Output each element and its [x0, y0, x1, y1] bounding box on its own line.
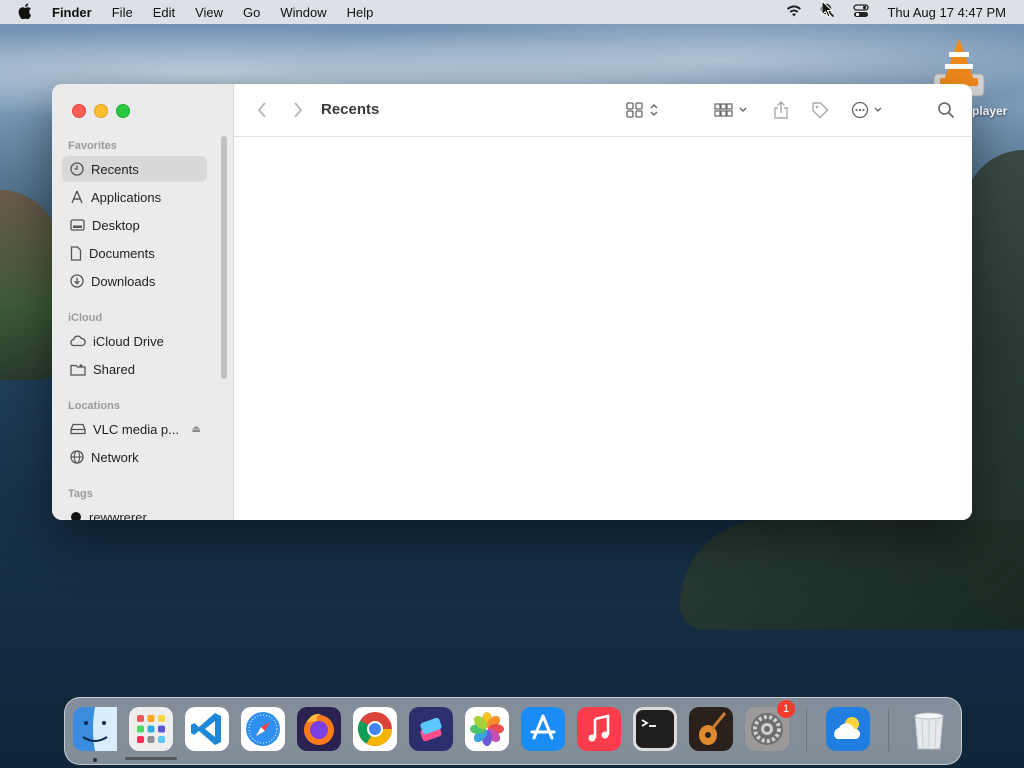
dock-launch-indicator	[125, 757, 177, 760]
sidebar-item-desktop[interactable]: Desktop	[62, 212, 207, 238]
drive-icon	[70, 423, 86, 435]
dock-launchpad-icon[interactable]	[129, 707, 173, 751]
eject-icon[interactable]: ⏏	[192, 424, 201, 435]
chevron-right-icon	[294, 102, 303, 118]
apple-menu-icon[interactable]	[18, 2, 34, 22]
search-icon	[938, 102, 955, 119]
finder-toolbar: Recents	[234, 84, 972, 137]
sidebar-item-icloud-drive[interactable]: iCloud Drive	[62, 328, 207, 354]
document-icon	[70, 245, 82, 261]
menu-go[interactable]: Go	[233, 5, 270, 20]
mouse-cursor-icon	[821, 0, 834, 23]
sidebar-item-shared[interactable]: Shared	[62, 356, 207, 382]
sidebar-item-label: Recents	[91, 161, 139, 177]
view-mode-button[interactable]	[624, 98, 664, 122]
applications-icon	[71, 190, 83, 204]
dock-firefox-icon[interactable]	[297, 707, 341, 751]
sidebar-section-favorites: Favorites	[68, 140, 117, 152]
zoom-button[interactable]	[116, 104, 130, 118]
sidebar-item-network[interactable]: Network	[62, 444, 207, 470]
dock-trash-icon[interactable]	[907, 707, 951, 751]
window-title: Recents	[321, 101, 380, 118]
dock-terminal-icon[interactable]	[633, 707, 677, 751]
window-controls	[72, 104, 130, 118]
forward-button[interactable]	[288, 98, 308, 122]
sidebar-item-recents[interactable]: Recents	[62, 156, 207, 182]
back-button[interactable]	[252, 98, 272, 122]
menu-window[interactable]: Window	[270, 5, 336, 20]
dock: 1	[64, 697, 962, 765]
menu-app-name[interactable]: Finder	[48, 5, 102, 20]
tag-icon	[812, 102, 829, 119]
dock-shortcuts-icon[interactable]	[409, 707, 453, 751]
desktop-wallpaper-coast	[680, 520, 1024, 630]
close-button[interactable]	[72, 104, 86, 118]
dock-settings-icon[interactable]: 1	[745, 700, 795, 751]
sidebar-item-label: Applications	[91, 189, 162, 205]
sidebar-item-tag[interactable]: rewwrerer	[62, 504, 207, 520]
sidebar-item-label: Network	[91, 449, 139, 465]
dock-weather-icon[interactable]	[826, 707, 870, 751]
dock-appstore-icon[interactable]	[521, 707, 565, 751]
icon-grid-icon	[626, 102, 658, 118]
file-browser-content[interactable]	[234, 137, 972, 520]
group-grid-icon	[714, 103, 747, 117]
sidebar-section-icloud: iCloud	[68, 312, 103, 324]
menu-bar: Finder File Edit View Go Window Help Thu…	[0, 0, 1024, 24]
group-button[interactable]	[712, 98, 752, 122]
share-icon	[774, 101, 788, 119]
share-button[interactable]	[769, 98, 793, 122]
menu-file[interactable]: File	[102, 5, 143, 20]
shared-folder-icon	[70, 363, 86, 376]
notification-badge: 1	[777, 700, 795, 718]
ellipsis-circle-icon	[851, 101, 882, 119]
download-icon	[70, 274, 84, 288]
sidebar-item-label: Documents	[89, 245, 155, 261]
sidebar-section-locations: Locations	[68, 400, 120, 412]
tags-button[interactable]	[808, 98, 832, 122]
dock-music-icon[interactable]	[577, 707, 621, 751]
tag-dot-icon	[71, 512, 81, 520]
sidebar-scrollbar[interactable]	[221, 136, 227, 379]
action-menu-button[interactable]	[849, 98, 889, 122]
sidebar-item-label: Downloads	[91, 273, 156, 289]
wifi-icon[interactable]	[786, 4, 802, 21]
sidebar-item-applications[interactable]: Applications	[62, 184, 207, 210]
sidebar-item-documents[interactable]: Documents	[62, 240, 207, 266]
search-button[interactable]	[934, 98, 958, 122]
dock-running-indicator	[93, 758, 97, 762]
dock-safari-icon[interactable]	[241, 707, 285, 751]
dock-separator	[806, 708, 807, 752]
minimize-button[interactable]	[94, 104, 108, 118]
control-center-icon[interactable]	[853, 3, 870, 21]
desktop-icon	[70, 218, 85, 231]
chevron-left-icon	[257, 102, 266, 118]
dock-garageband-icon[interactable]	[689, 707, 733, 751]
menu-view[interactable]: View	[185, 5, 233, 20]
sidebar-item-label: rewwrerer	[89, 509, 147, 521]
desktop-icon-label: player	[972, 104, 1008, 118]
dock-vscode-icon[interactable]	[185, 707, 229, 751]
globe-icon	[70, 450, 84, 464]
sidebar-item-label: VLC media p...	[93, 421, 179, 437]
sidebar-item-label: Shared	[93, 361, 135, 377]
sidebar-item-label: iCloud Drive	[93, 333, 164, 349]
clock-icon	[70, 162, 84, 176]
dock-separator	[888, 708, 889, 752]
sidebar-item-label: Desktop	[92, 217, 140, 233]
menu-bar-clock[interactable]: Thu Aug 17 4:47 PM	[887, 5, 1006, 20]
menu-edit[interactable]: Edit	[143, 5, 185, 20]
finder-window: Favorites Recents Applications Desktop D…	[52, 84, 972, 520]
finder-sidebar: Favorites Recents Applications Desktop D…	[52, 84, 234, 520]
menu-help[interactable]: Help	[337, 5, 384, 20]
desktop-wallpaper-hill-left	[0, 190, 60, 380]
dock-chrome-icon[interactable]	[353, 707, 397, 751]
sidebar-item-downloads[interactable]: Downloads	[62, 268, 207, 294]
dock-photos-icon[interactable]	[465, 707, 509, 751]
cloud-icon	[70, 335, 86, 347]
dock-finder-icon[interactable]	[73, 707, 117, 751]
sidebar-section-tags: Tags	[68, 488, 93, 500]
sidebar-item-vlc-drive[interactable]: VLC media p... ⏏	[62, 416, 207, 442]
